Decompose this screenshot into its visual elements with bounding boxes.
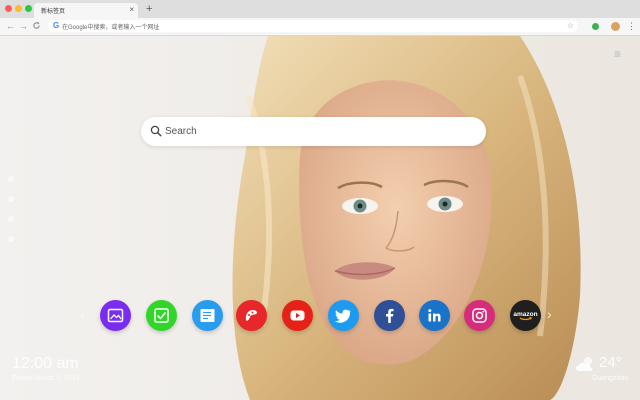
shortcut-twitter[interactable] — [328, 300, 359, 331]
shortcut-bar: amazon — [98, 300, 546, 332]
f-icon — [386, 308, 394, 323]
notes-icon — [200, 309, 215, 322]
background-portrait — [232, 36, 581, 400]
back-button[interactable]: ← — [6, 20, 15, 32]
settings-menu-icon[interactable]: ≡ — [614, 48, 621, 60]
svg-text:amazon: amazon — [513, 311, 537, 318]
address-placeholder: 在Google中搜索，或者输入一个网址 — [62, 25, 160, 31]
shortcut-linkedin[interactable] — [419, 300, 450, 331]
shortcut-todo[interactable] — [146, 300, 177, 331]
reload-icon — [33, 21, 40, 29]
side-dot[interactable] — [8, 196, 14, 202]
carousel-prev-icon[interactable]: ‹ — [80, 306, 85, 322]
browser-menu-icon[interactable]: ⋮ — [627, 20, 636, 32]
forward-button[interactable]: → — [19, 20, 28, 32]
search-icon — [150, 125, 162, 137]
clock-date: Friday, March 8, 2019 — [12, 375, 80, 382]
amazon-icon: amazon — [513, 311, 538, 321]
camera-icon — [472, 308, 487, 323]
shortcut-youtube[interactable] — [282, 300, 313, 331]
cloud-sun-icon — [576, 357, 593, 371]
in-icon — [428, 309, 441, 322]
close-window-button[interactable] — [5, 5, 12, 12]
new-tab-button[interactable]: + — [146, 3, 152, 15]
search-box[interactable] — [141, 117, 486, 146]
bookmark-star-icon[interactable]: ☆ — [567, 20, 574, 31]
side-dot[interactable] — [8, 176, 14, 182]
address-bar[interactable]: G 在Google中搜索，或者输入一个网址 ☆ — [48, 20, 578, 32]
play-icon — [290, 310, 305, 321]
tab-close-icon[interactable]: × — [129, 5, 134, 15]
shortcut-notes[interactable] — [192, 300, 223, 331]
tab-title: 新标签页 — [41, 9, 66, 15]
side-widget-dots — [8, 176, 14, 256]
google-icon: G — [53, 21, 60, 30]
side-dot[interactable] — [8, 236, 14, 242]
carousel-next-icon[interactable]: › — [547, 306, 552, 322]
maximize-window-button[interactable] — [25, 5, 32, 12]
image-icon — [107, 308, 124, 323]
search-input[interactable] — [165, 122, 465, 140]
tab-new-tab[interactable]: 新标签页 × — [34, 3, 138, 18]
reload-button[interactable] — [32, 20, 41, 32]
minimize-window-button[interactable] — [15, 5, 22, 12]
shortcut-instagram[interactable] — [464, 300, 495, 331]
extension-icon[interactable] — [592, 23, 599, 30]
profile-avatar[interactable] — [611, 22, 620, 31]
shortcut-amazon[interactable]: amazon — [510, 300, 541, 331]
shortcut-photo-editor[interactable] — [100, 300, 131, 331]
checkbox-icon — [154, 308, 169, 323]
bird-icon — [334, 309, 351, 323]
side-dot[interactable] — [8, 216, 14, 222]
gamepad-icon — [245, 310, 257, 321]
weather-temperature: 24° — [599, 354, 622, 371]
new-tab-page: ≡ ‹ › — [0, 36, 640, 400]
toolbar: ← → G 在Google中搜索，或者输入一个网址 ☆ ⋮ — [0, 18, 640, 36]
browser-window: 新标签页 × + ← → G 在Google中搜索，或者输入一个网址 ☆ ⋮ ≡… — [0, 0, 640, 400]
clock-time: 12:00 am — [12, 355, 79, 372]
weather-city: Guangzhou — [592, 375, 629, 382]
tab-strip: 新标签页 × + — [0, 0, 640, 18]
shortcut-facebook[interactable] — [374, 300, 405, 331]
shortcut-games[interactable] — [236, 300, 267, 331]
